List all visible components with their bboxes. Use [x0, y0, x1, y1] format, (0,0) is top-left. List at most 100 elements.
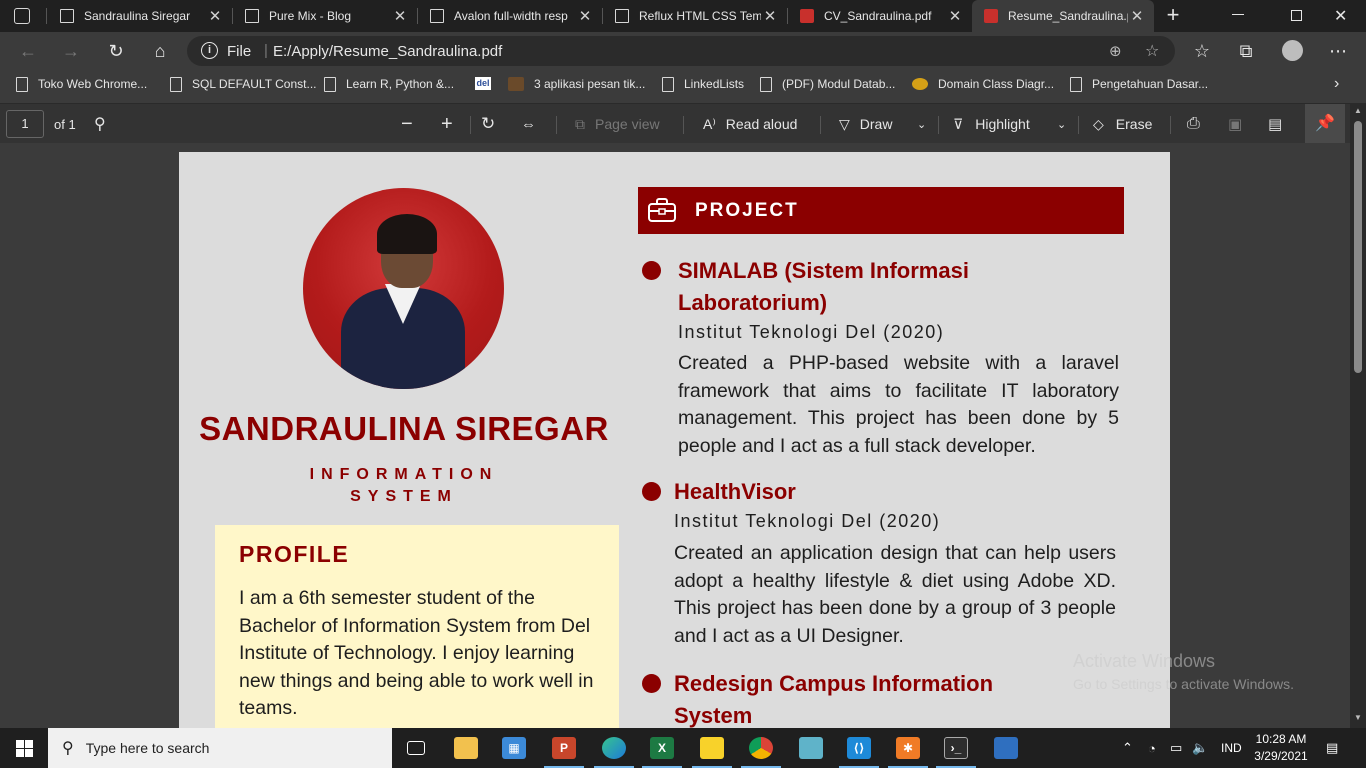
read-aloud-button[interactable]: A⁾ Read aloud — [703, 104, 797, 144]
zoom-icon[interactable]: ⊕ — [1109, 42, 1122, 60]
major-line-2: SYSTEM — [350, 488, 458, 505]
file-explorer-button[interactable] — [442, 728, 490, 768]
minimize-button[interactable] — [1232, 14, 1244, 15]
scrollbar-thumb[interactable] — [1354, 121, 1362, 373]
restore-button[interactable] — [1291, 10, 1302, 21]
tab-sandraulina-siregar[interactable]: Sandraulina Siregar ✕ — [48, 0, 232, 32]
powerpoint-button[interactable]: P — [540, 728, 588, 768]
tab-title: CV_Sandraulina.pdf — [824, 9, 932, 23]
rotate-icon[interactable]: ↻ — [481, 104, 495, 144]
chrome-button[interactable] — [737, 728, 785, 768]
resume-page: SANDRAULINA SIREGAR INFORMATION SYSTEM P… — [179, 152, 1170, 728]
sticky-notes-button[interactable] — [688, 728, 736, 768]
tab-cv-pdf[interactable]: CV_Sandraulina.pdf ✕ — [788, 0, 972, 32]
del-logo-icon[interactable]: del — [475, 77, 491, 90]
new-tab-button[interactable]: + — [1162, 4, 1184, 28]
wifi-icon[interactable]: ◔ — [1148, 728, 1156, 768]
collections-icon[interactable]: ⧉ — [1234, 39, 1258, 63]
page-icon — [662, 76, 674, 92]
project-item-org: Institut Teknologi Del (2020) — [674, 511, 941, 531]
image-icon — [994, 737, 1018, 759]
chevron-right-icon[interactable]: › — [1334, 75, 1339, 93]
bookmark-item[interactable]: (PDF) Modul Datab... — [760, 70, 895, 98]
add-favorite-icon[interactable]: ☆ — [1145, 41, 1159, 61]
search-icon[interactable]: ⚲ — [94, 104, 106, 144]
close-icon[interactable]: ✕ — [1128, 7, 1146, 25]
task-view-button[interactable] — [392, 728, 440, 768]
volume-icon[interactable]: 🔈 — [1192, 728, 1208, 768]
close-icon[interactable]: ✕ — [761, 7, 779, 25]
vscode-icon: ⟨⟩ — [847, 737, 871, 759]
task-view-icon — [407, 741, 425, 755]
bookmark-item[interactable]: 3 aplikasi pesan tik... — [508, 70, 645, 98]
tab-pure-mix-blog[interactable]: Pure Mix - Blog ✕ — [233, 0, 417, 32]
bookmark-item[interactable]: Toko Web Chrome... — [16, 70, 147, 98]
zoom-out-button[interactable]: − — [401, 104, 413, 144]
tab-resume-pdf[interactable]: Resume_Sandraulina.p ✕ — [972, 0, 1154, 32]
edge-button[interactable] — [590, 728, 638, 768]
terminal-button[interactable]: ›_ — [932, 728, 980, 768]
info-icon[interactable]: i — [201, 42, 218, 59]
start-button[interactable] — [0, 728, 48, 768]
zoom-in-button[interactable]: + — [441, 104, 453, 144]
bookmark-item[interactable]: SQL DEFAULT Const... — [170, 70, 317, 98]
back-button[interactable]: ← — [16, 39, 40, 63]
pin-toolbar-button[interactable]: 📌 — [1305, 104, 1345, 144]
project-item-title: Redesign Campus Information System — [674, 671, 994, 728]
xampp-button[interactable]: ✱ — [884, 728, 932, 768]
chevron-down-icon[interactable]: ⌄ — [1057, 104, 1066, 144]
chevron-down-icon[interactable]: ⌄ — [917, 104, 926, 144]
tray-chevron-icon[interactable]: ⌃ — [1122, 728, 1133, 768]
store-button[interactable]: ▦ — [490, 728, 538, 768]
close-icon[interactable]: ✕ — [391, 7, 409, 25]
battery-icon[interactable]: ▭ — [1170, 728, 1182, 768]
scroll-down-icon[interactable]: ▼ — [1354, 713, 1362, 722]
more-icon[interactable]: ⋯ — [1326, 39, 1350, 63]
profile-avatar[interactable] — [1282, 40, 1303, 61]
page-number-input[interactable]: 1 — [6, 110, 44, 138]
address-input[interactable]: i File | E:/Apply/Resume_Sandraulina.pdf… — [187, 36, 1175, 66]
bookmark-item[interactable]: Pengetahuan Dasar... — [1070, 70, 1208, 98]
favorites-icon[interactable]: ☆ — [1190, 39, 1214, 63]
read-aloud-label: Read aloud — [725, 116, 798, 132]
image-viewer-button[interactable] — [982, 728, 1030, 768]
address-separator: | — [264, 42, 268, 59]
clock[interactable]: 10:28 AM 3/29/2021 — [1250, 731, 1312, 765]
forward-button[interactable]: → — [59, 39, 83, 63]
scroll-up-icon[interactable]: ▲ — [1354, 106, 1362, 115]
fit-page-icon[interactable]: ⇔ — [521, 104, 536, 144]
bookmark-item[interactable]: LinkedLists — [662, 70, 744, 98]
highlight-button[interactable]: ⊽ Highlight — [953, 104, 1030, 144]
taskbar-search[interactable]: ⚲ Type here to search — [48, 728, 392, 768]
bookmark-item[interactable]: Learn R, Python &... — [324, 70, 454, 98]
print-icon[interactable]: ⎙ — [1187, 104, 1200, 144]
tab-actions-icon[interactable] — [14, 8, 30, 24]
project-item-title: HealthVisor — [674, 479, 796, 504]
profile-text: I am a 6th semester student of the Bache… — [239, 587, 594, 719]
vscode-button[interactable]: ⟨⟩ — [835, 728, 883, 768]
notifications-icon[interactable]: ▤ — [1326, 728, 1338, 768]
excel-button[interactable]: X — [638, 728, 686, 768]
page-total: of 1 — [54, 116, 76, 132]
pdf-icon — [800, 9, 814, 23]
excel-icon: X — [650, 737, 674, 759]
close-icon[interactable]: ✕ — [576, 7, 594, 25]
tab-avalon[interactable]: Avalon full-width resp ✕ — [418, 0, 602, 32]
refresh-button[interactable]: ↻ — [104, 39, 128, 63]
language-indicator[interactable]: IND — [1221, 728, 1242, 768]
photos-button[interactable] — [787, 728, 835, 768]
page-view-button[interactable]: ⧉ Page view — [575, 104, 660, 144]
draw-button[interactable]: ▽ Draw — [839, 104, 892, 144]
close-window-button[interactable]: ✕ — [1334, 6, 1347, 26]
page-icon — [245, 9, 259, 23]
erase-button[interactable]: ◇ Erase — [1093, 104, 1152, 144]
scrollbar[interactable]: ▲ ▼ — [1350, 103, 1366, 728]
save-icon[interactable]: ▣ — [1228, 104, 1242, 144]
close-icon[interactable]: ✕ — [946, 7, 964, 25]
xampp-icon: ✱ — [896, 737, 920, 759]
home-button[interactable]: ⌂ — [148, 39, 172, 63]
save-as-icon[interactable]: ▤ — [1268, 104, 1282, 144]
bookmark-item[interactable]: Domain Class Diagr... — [912, 70, 1054, 98]
tab-reflux[interactable]: Reflux HTML CSS Tem ✕ — [603, 0, 787, 32]
close-icon[interactable]: ✕ — [206, 7, 224, 25]
